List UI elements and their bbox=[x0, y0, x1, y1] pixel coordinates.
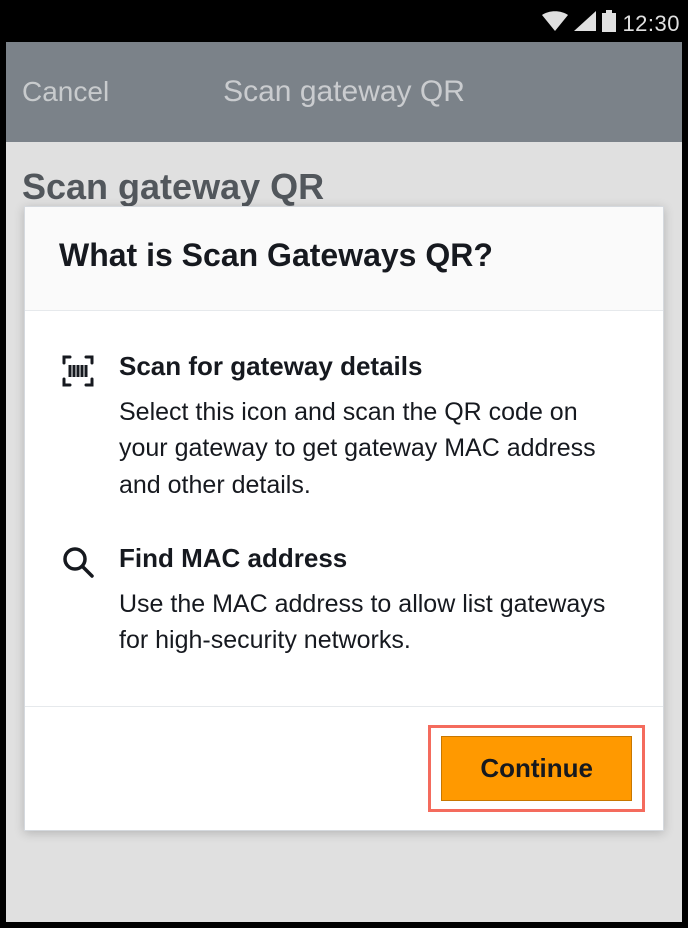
info-item-desc: Use the MAC address to allow list gatewa… bbox=[119, 586, 629, 659]
modal-title: What is Scan Gateways QR? bbox=[59, 237, 629, 274]
modal-footer: Continue bbox=[25, 706, 663, 830]
info-text: Scan for gateway details Select this ico… bbox=[119, 351, 629, 503]
info-item-title: Scan for gateway details bbox=[119, 351, 629, 382]
info-item-mac: Find MAC address Use the MAC address to … bbox=[59, 543, 629, 659]
continue-button[interactable]: Continue bbox=[441, 736, 632, 801]
info-text: Find MAC address Use the MAC address to … bbox=[119, 543, 629, 659]
search-icon bbox=[59, 543, 97, 659]
barcode-scan-icon bbox=[59, 351, 97, 503]
modal-body: Scan for gateway details Select this ico… bbox=[25, 311, 663, 706]
modal-header: What is Scan Gateways QR? bbox=[25, 207, 663, 311]
phone-frame: 12:30 Cancel Scan gateway QR Scan gatewa… bbox=[6, 6, 682, 922]
continue-highlight: Continue bbox=[428, 725, 645, 812]
info-item-desc: Select this icon and scan the QR code on… bbox=[119, 394, 629, 503]
info-item-scan: Scan for gateway details Select this ico… bbox=[59, 351, 629, 503]
info-item-title: Find MAC address bbox=[119, 543, 629, 574]
info-modal: What is Scan Gateways QR? bbox=[24, 206, 664, 831]
